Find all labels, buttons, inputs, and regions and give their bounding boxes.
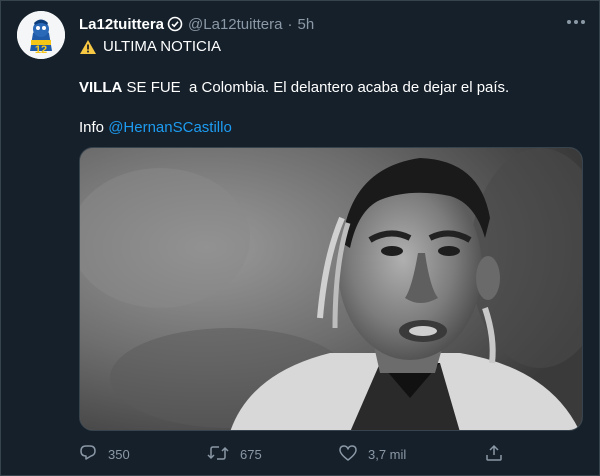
- reply-button[interactable]: 350: [79, 441, 130, 467]
- share-button[interactable]: [485, 441, 514, 467]
- body-bold-text: VILLA: [79, 79, 123, 96]
- timestamp[interactable]: 5h: [297, 16, 314, 33]
- retweet-count: 675: [240, 446, 262, 462]
- tweet-line-body: VILLA SE FUE a Colombia. El delantero ac…: [79, 79, 509, 96]
- like-button[interactable]: 3,7 mil: [339, 441, 406, 467]
- display-name[interactable]: La12tuittera: [79, 16, 164, 33]
- reply-count: 350: [108, 446, 130, 462]
- avatar[interactable]: 12: [17, 11, 65, 59]
- info-prefix: Info: [79, 119, 109, 136]
- tweet-actions: 350 675 3,7 mil: [79, 441, 589, 467]
- mention-link[interactable]: @HernanSCastillo: [108, 119, 232, 136]
- heart-icon: [339, 444, 368, 465]
- tweet-line-headline: ULTIMA NOTICIA: [79, 38, 221, 55]
- separator-dot: ·: [287, 15, 293, 33]
- more-options-icon[interactable]: [565, 11, 587, 33]
- tweet-card[interactable]: 12 La12tuittera @La12tuittera · 5h ULTIM…: [0, 0, 600, 476]
- body-text: SE FUE a Colombia. El delantero acaba de…: [122, 79, 510, 96]
- headline-text: ULTIMA NOTICIA: [103, 38, 222, 55]
- tweet-line-info: Info @HernanSCastillo: [79, 119, 232, 136]
- verified-badge-icon: [167, 16, 183, 32]
- retweet-button[interactable]: 675: [207, 441, 262, 467]
- avatar-text: 12: [35, 44, 47, 56]
- warning-sign-icon: [79, 39, 97, 55]
- reply-icon: [79, 444, 108, 465]
- tweet-photo[interactable]: [79, 147, 583, 431]
- handle[interactable]: @La12tuittera: [188, 16, 282, 33]
- retweet-icon: [207, 444, 240, 465]
- like-count: 3,7 mil: [368, 446, 407, 462]
- tweet-header: La12tuittera @La12tuittera · 5h: [79, 14, 314, 34]
- share-icon: [485, 444, 514, 465]
